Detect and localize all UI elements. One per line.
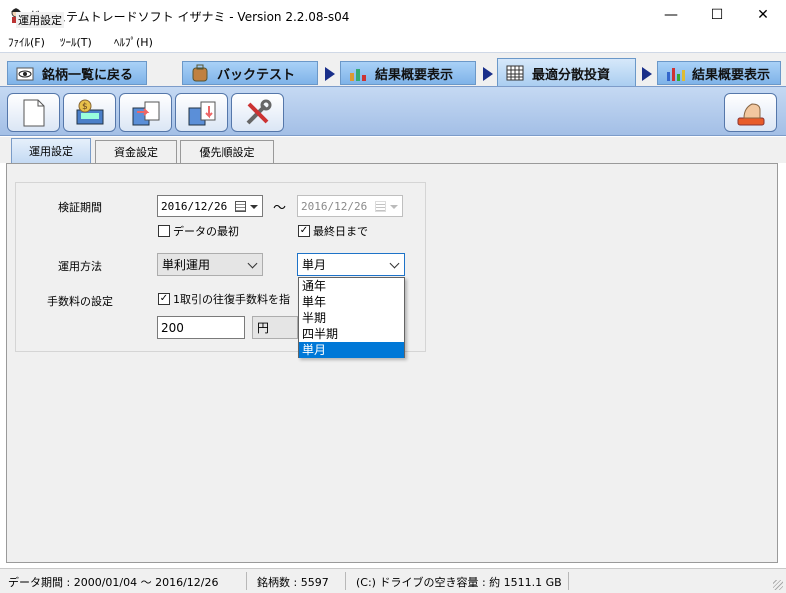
- tab-label: バックテスト: [217, 67, 296, 83]
- window-title: 株システムトレードソフト イザナミ - Version 2.2.08-s04: [30, 10, 350, 24]
- tab-operation-settings[interactable]: 運用設定: [11, 138, 91, 163]
- play-arrow-icon: [483, 67, 493, 81]
- tab-label: 銘柄一覧に戻る: [42, 67, 134, 83]
- calendar-icon: [375, 201, 386, 212]
- tab-result-summary-1[interactable]: 結果概要表示: [340, 61, 476, 85]
- fee-unit-select[interactable]: 円: [252, 316, 298, 339]
- run-button[interactable]: [724, 93, 777, 132]
- tab-result-summary-2[interactable]: 結果概要表示: [657, 61, 781, 85]
- play-arrow-icon: [642, 67, 652, 81]
- tab-label: 最適分散投資: [532, 67, 611, 83]
- menu-file[interactable]: ﾌｧｲﾙ(F): [8, 34, 45, 50]
- result-chart-icon: [347, 64, 369, 82]
- status-separator: [345, 572, 346, 590]
- maximize-button[interactable]: ☐: [694, 0, 740, 30]
- status-separator: [246, 572, 247, 590]
- tab-fund-settings[interactable]: 資金設定: [95, 140, 177, 163]
- chevron-down-icon: [247, 258, 258, 269]
- status-stock-count: 銘柄数 : 5597: [257, 576, 329, 589]
- dropdown-arrow-icon: [390, 205, 398, 209]
- status-separator: [568, 572, 569, 590]
- tab-backtest[interactable]: バックテスト: [182, 61, 318, 85]
- from-first-label: データの最初: [173, 225, 239, 238]
- end-date-picker: 2016/12/26: [297, 195, 403, 217]
- chevron-down-icon: [389, 258, 400, 269]
- status-data-period: データ期間 : 2000/01/04 〜 2016/12/26: [8, 576, 219, 589]
- tab-optimal-diversified-investment[interactable]: 最適分散投資: [497, 58, 636, 87]
- checkbox-box: [158, 225, 170, 237]
- toolbar: $: [0, 86, 786, 136]
- resize-grip-icon[interactable]: [773, 580, 783, 590]
- settings-tabs: 運用設定 資金設定 優先順設定: [0, 137, 786, 163]
- status-bar: データ期間 : 2000/01/04 〜 2016/12/26 銘柄数 : 55…: [0, 568, 786, 593]
- calendar-icon: [235, 201, 246, 212]
- tab-label: 結果概要表示: [692, 67, 771, 83]
- method-select[interactable]: 単利運用: [157, 253, 263, 276]
- tab-back-to-stock-list[interactable]: 銘柄一覧に戻る: [7, 61, 147, 85]
- dropdown-arrow-icon: [250, 205, 258, 209]
- period-select[interactable]: 単月: [297, 253, 405, 276]
- new-document-icon: [23, 99, 44, 126]
- export-icon: [132, 101, 159, 125]
- money-calculator-icon: $: [76, 99, 103, 124]
- tools-icon: [246, 99, 271, 124]
- to-last-checkbox[interactable]: ✓ 最終日まで: [298, 223, 368, 239]
- period-label: 検証期間: [58, 201, 102, 214]
- close-button[interactable]: ✕: [740, 0, 786, 30]
- from-first-checkbox[interactable]: データの最初: [158, 223, 239, 239]
- minimize-button[interactable]: —: [648, 0, 694, 30]
- nav-tab-strip: 銘柄一覧に戻る バックテスト 結果概要表示 最適分散投資 結果概要表示: [0, 52, 786, 87]
- fee-label: 手数料の設定: [47, 295, 113, 308]
- fee-check-label: 1取引の往復手数料を指: [173, 293, 290, 306]
- menu-bar: ﾌｧｲﾙ(F) ﾂｰﾙ(T) ﾍﾙﾌﾟ(H): [0, 31, 786, 51]
- fee-amount-input[interactable]: 200: [157, 316, 245, 339]
- grid-icon: [504, 64, 526, 82]
- export-button[interactable]: [119, 93, 172, 132]
- dropdown-option[interactable]: 単年: [299, 294, 404, 310]
- start-date-value: 2016/12/26: [161, 199, 228, 213]
- svg-text:$: $: [82, 102, 88, 112]
- end-date-value: 2016/12/26: [301, 199, 368, 213]
- to-last-label: 最終日まで: [313, 225, 368, 238]
- menu-tools[interactable]: ﾂｰﾙ(T): [60, 34, 92, 50]
- calculate-button[interactable]: $: [63, 93, 116, 132]
- bar-chart-icon: [664, 64, 686, 82]
- new-button[interactable]: [7, 93, 60, 132]
- hand-press-icon: [737, 102, 764, 125]
- period-dropdown-list: 通年 単年 半期 四半期 単月: [298, 277, 405, 358]
- settings-panel: [6, 163, 778, 563]
- backpack-icon: [189, 64, 211, 82]
- dropdown-option[interactable]: 通年: [299, 278, 404, 294]
- title-bar: 株システムトレードソフト イザナミ - Version 2.2.08-s04 —…: [0, 0, 786, 30]
- settings-button[interactable]: [231, 93, 284, 132]
- fee-unit-value: 円: [257, 321, 270, 335]
- play-arrow-icon: [325, 67, 335, 81]
- tab-label: 結果概要表示: [375, 67, 454, 83]
- fee-checkbox[interactable]: ✓ 1取引の往復手数料を指: [158, 291, 298, 307]
- method-select-value: 単利運用: [162, 258, 211, 272]
- menu-help[interactable]: ﾍﾙﾌﾟ(H): [114, 34, 153, 50]
- eye-icon: [14, 64, 36, 82]
- dropdown-option-selected[interactable]: 単月: [299, 342, 404, 358]
- period-select-value: 単月: [302, 258, 327, 272]
- group-title: 運用設定: [16, 12, 64, 28]
- status-drive-space: (C:) ドライブの空き容量 : 約 1511.1 GB: [356, 576, 562, 589]
- range-tilde: 〜: [273, 201, 287, 216]
- import-icon: [188, 101, 215, 125]
- start-date-picker[interactable]: 2016/12/26: [157, 195, 263, 217]
- tab-priority-settings[interactable]: 優先順設定: [180, 140, 274, 163]
- checkmark-icon: ✓: [158, 293, 170, 305]
- method-label: 運用方法: [58, 260, 102, 273]
- checkmark-icon: ✓: [298, 225, 310, 237]
- import-button[interactable]: [175, 93, 228, 132]
- dropdown-option[interactable]: 四半期: [299, 326, 404, 342]
- dropdown-option[interactable]: 半期: [299, 310, 404, 326]
